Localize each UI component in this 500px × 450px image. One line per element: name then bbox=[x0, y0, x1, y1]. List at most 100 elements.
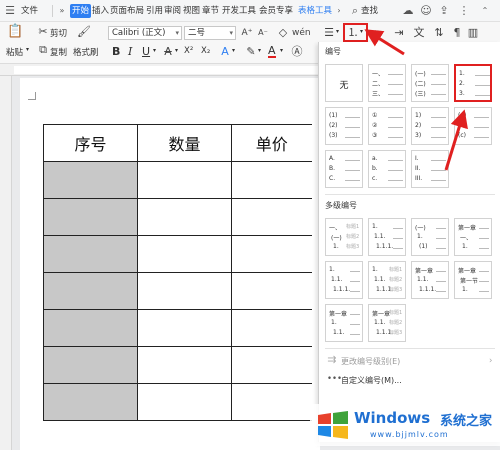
highlight-icon[interactable]: ✎ bbox=[244, 45, 258, 59]
multilevel-style-option[interactable]: 第一章 标题1 1.1. 标题2 1.1.1. 标题3 bbox=[368, 304, 406, 342]
table-header-cell[interactable]: 序号 bbox=[43, 124, 138, 162]
font-color-dropdown-icon[interactable]: ▾ bbox=[280, 47, 283, 54]
change-level-menu-item[interactable]: 更改编号级别(E) bbox=[341, 356, 400, 367]
font-color-button[interactable]: A bbox=[268, 45, 276, 58]
table-cell[interactable] bbox=[137, 161, 232, 199]
table-cell[interactable] bbox=[231, 161, 312, 199]
menu-home[interactable]: 开始 bbox=[70, 4, 92, 18]
more-options-icon[interactable]: ⋮ bbox=[456, 3, 472, 19]
table-cell-shaded[interactable] bbox=[43, 198, 138, 236]
multilevel-style-option[interactable]: 第一章 1. 1.1. bbox=[325, 304, 363, 342]
user-share-icon[interactable]: ☺ bbox=[418, 3, 434, 19]
highlight-dropdown-icon[interactable]: ▾ bbox=[258, 47, 261, 54]
more-tabs-chevron-icon[interactable]: › bbox=[331, 3, 347, 19]
menu-insert[interactable]: 插入 bbox=[92, 4, 109, 18]
menu-file[interactable]: 文件 bbox=[21, 4, 38, 18]
strikethrough-dropdown-icon[interactable]: ▾ bbox=[175, 47, 178, 54]
multilevel-style-option[interactable]: 1. 1.1. 1.1.1. bbox=[368, 218, 406, 256]
shrink-font-icon[interactable]: A⁻ bbox=[256, 26, 270, 40]
bullet-list-dropdown-icon[interactable]: ▾ bbox=[336, 28, 339, 35]
table-cell[interactable] bbox=[231, 235, 312, 273]
share-icon[interactable]: ⇪ bbox=[436, 3, 452, 19]
bullet-list-icon[interactable]: ☰ bbox=[322, 26, 336, 40]
multilevel-style-option[interactable]: 第一章 第一节 1. bbox=[454, 261, 492, 299]
strikethrough-icon[interactable]: A bbox=[161, 45, 175, 59]
menu-developer[interactable]: 开发工具 bbox=[222, 4, 256, 18]
underline-dropdown-icon[interactable]: ▾ bbox=[153, 47, 156, 54]
numbering-style-option[interactable]: 1) 2) 3) bbox=[411, 107, 449, 145]
multilevel-style-option[interactable]: 第一章 一、 1. bbox=[454, 218, 492, 256]
multilevel-style-option[interactable]: 1. 1.1. 1.1.1. bbox=[325, 261, 363, 299]
table-cell[interactable] bbox=[231, 272, 312, 310]
superscript-button[interactable]: X² bbox=[184, 46, 193, 56]
menu-view[interactable]: 视图 bbox=[183, 4, 200, 18]
cut-button-label[interactable]: 剪切 bbox=[50, 27, 67, 39]
paste-icon[interactable]: 📋 bbox=[7, 25, 23, 39]
collapse-ribbon-icon[interactable]: ⌃ bbox=[477, 3, 493, 19]
table-cell-shaded[interactable] bbox=[43, 272, 138, 310]
italic-button[interactable]: I bbox=[128, 45, 132, 58]
paste-dropdown-icon[interactable]: ▾ bbox=[26, 46, 29, 53]
table-header-cell[interactable]: 单价 bbox=[231, 124, 312, 162]
numbering-none-option[interactable]: 无 bbox=[325, 64, 363, 102]
hamburger-menu-icon[interactable]: ☰ bbox=[2, 3, 18, 19]
font-size-select[interactable]: 二号 ▾ bbox=[184, 26, 236, 40]
table-cell[interactable] bbox=[231, 383, 312, 421]
numbering-style-option[interactable]: 一、 二、 三、 bbox=[368, 64, 406, 102]
custom-numbering-menu-item[interactable]: 自定义编号(M)... bbox=[341, 375, 402, 386]
table-cell[interactable] bbox=[231, 309, 312, 347]
cut-icon[interactable]: ✂ bbox=[36, 25, 50, 39]
table-cell[interactable] bbox=[137, 346, 232, 384]
table-borders-icon[interactable]: ▥ bbox=[466, 26, 480, 40]
search-label[interactable]: 查找 bbox=[361, 4, 378, 18]
multilevel-style-option[interactable]: 第一章 1.1. 1.1.1. bbox=[411, 261, 449, 299]
bold-button[interactable]: B bbox=[112, 45, 120, 58]
text-effect-icon[interactable]: A bbox=[218, 45, 232, 59]
text-effect-dropdown-icon[interactable]: ▾ bbox=[232, 47, 235, 54]
document-table[interactable]: 序号 数量 单价 bbox=[43, 124, 312, 421]
chinese-layout-icon[interactable]: 文 bbox=[412, 26, 426, 40]
table-cell-shaded[interactable] bbox=[43, 309, 138, 347]
multilevel-style-option[interactable]: 1. 标题1 1.1. 标题2 1.1.1. 标题3 bbox=[368, 261, 406, 299]
copy-icon[interactable]: ⧉ bbox=[36, 43, 50, 57]
table-cell[interactable] bbox=[137, 235, 232, 273]
table-cell-shaded[interactable] bbox=[43, 161, 138, 199]
table-cell[interactable] bbox=[231, 346, 312, 384]
numbering-style-option[interactable]: ① ② ③ bbox=[368, 107, 406, 145]
copy-button-label[interactable]: 复制 bbox=[50, 46, 67, 58]
char-border-icon[interactable]: Ⓐ bbox=[290, 45, 304, 59]
numbering-style-option[interactable]: a. b. c. bbox=[368, 150, 406, 188]
multilevel-style-option[interactable]: (一) 1. (1) bbox=[411, 218, 449, 256]
menu-review[interactable]: 审阅 bbox=[164, 4, 181, 18]
paste-button-label[interactable]: 粘贴 bbox=[6, 46, 23, 58]
grow-font-icon[interactable]: A⁺ bbox=[240, 26, 254, 40]
font-name-select[interactable]: Calibri (正文) ▾ bbox=[108, 26, 182, 40]
numbering-style-option[interactable]: A. B. C. bbox=[325, 150, 363, 188]
horizontal-ruler[interactable] bbox=[0, 64, 318, 76]
menu-page-layout[interactable]: 页面布局 bbox=[110, 4, 144, 18]
table-cell[interactable] bbox=[137, 272, 232, 310]
numbering-style-option[interactable]: (1) (2) (3) bbox=[325, 107, 363, 145]
multilevel-style-option[interactable]: 一、 标题1 (一) 标题2 1. 标题3 bbox=[325, 218, 363, 256]
table-cell[interactable] bbox=[137, 198, 232, 236]
clear-format-icon[interactable]: ◇ bbox=[276, 26, 290, 40]
increase-indent-icon[interactable]: ⇥ bbox=[392, 26, 406, 40]
numbering-style-option[interactable]: (a) (b) (c) bbox=[454, 107, 492, 145]
format-painter-label[interactable]: 格式刷 bbox=[73, 46, 99, 58]
show-marks-icon[interactable]: ¶ bbox=[450, 26, 464, 40]
phonetic-guide-icon[interactable]: wén bbox=[292, 26, 311, 40]
table-cell-shaded[interactable] bbox=[43, 346, 138, 384]
numbering-style-option[interactable]: 1. 2. 3. bbox=[454, 64, 492, 102]
decrease-indent-icon[interactable]: ⇤ bbox=[372, 26, 386, 40]
table-header-cell[interactable]: 数量 bbox=[137, 124, 232, 162]
numbering-style-option[interactable]: I. II. III. bbox=[411, 150, 449, 188]
table-cell[interactable] bbox=[231, 198, 312, 236]
table-cell-shaded[interactable] bbox=[43, 235, 138, 273]
vertical-ruler[interactable] bbox=[0, 76, 12, 450]
table-cell[interactable] bbox=[137, 383, 232, 421]
format-painter-icon[interactable]: 🖌 bbox=[77, 25, 91, 39]
table-cell-shaded[interactable] bbox=[43, 383, 138, 421]
table-cell[interactable] bbox=[137, 309, 232, 347]
menu-references[interactable]: 引用 bbox=[146, 4, 163, 18]
sort-icon[interactable]: ⇅ bbox=[432, 26, 446, 40]
